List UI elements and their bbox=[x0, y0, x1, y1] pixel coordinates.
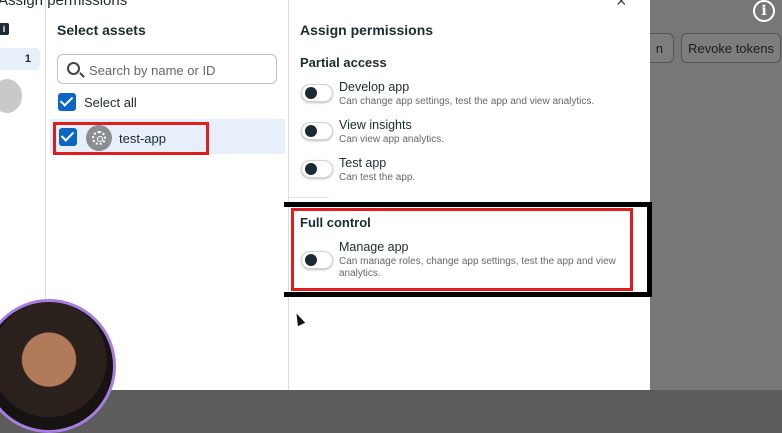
permission-name: View insights bbox=[339, 118, 412, 132]
asset-search-input[interactable]: Search by name or ID bbox=[57, 54, 277, 84]
section-divider bbox=[289, 197, 329, 198]
select-assets-heading: Select assets bbox=[57, 22, 146, 38]
background-button-label: n bbox=[655, 40, 663, 56]
select-all-label: Select all bbox=[84, 95, 137, 110]
permission-description: Can change app settings, test the app an… bbox=[339, 96, 595, 107]
revoke-tokens-label: Revoke tokens bbox=[688, 40, 774, 56]
selected-count-badge[interactable]: 1 bbox=[0, 48, 40, 70]
permission-description: Can view app analytics. bbox=[339, 134, 445, 145]
search-placeholder: Search by name or ID bbox=[89, 63, 216, 78]
permission-description: Can test the app. bbox=[339, 172, 416, 183]
search-icon bbox=[67, 62, 80, 75]
partial-access-title: Partial access bbox=[300, 55, 387, 70]
assign-permissions-panel: Assign permissions Partial access Develo… bbox=[289, 0, 650, 390]
revoke-tokens-button[interactable]: Revoke tokens bbox=[681, 33, 781, 63]
test-app-toggle[interactable] bbox=[301, 160, 333, 178]
view-insights-toggle[interactable] bbox=[301, 122, 333, 140]
select-all-checkbox[interactable] bbox=[58, 93, 76, 111]
assign-permissions-heading: Assign permissions bbox=[300, 22, 434, 38]
highlight-frame bbox=[284, 202, 652, 297]
permission-name: Test app bbox=[339, 156, 387, 170]
permission-name: Develop app bbox=[339, 80, 410, 94]
info-glyph: i bbox=[761, 3, 767, 19]
info-icon[interactable]: i bbox=[753, 0, 775, 22]
highlight-annotation bbox=[53, 122, 209, 155]
info-icon: i bbox=[0, 23, 9, 35]
avatar-placeholder bbox=[0, 79, 22, 113]
develop-app-toggle[interactable] bbox=[301, 84, 333, 102]
